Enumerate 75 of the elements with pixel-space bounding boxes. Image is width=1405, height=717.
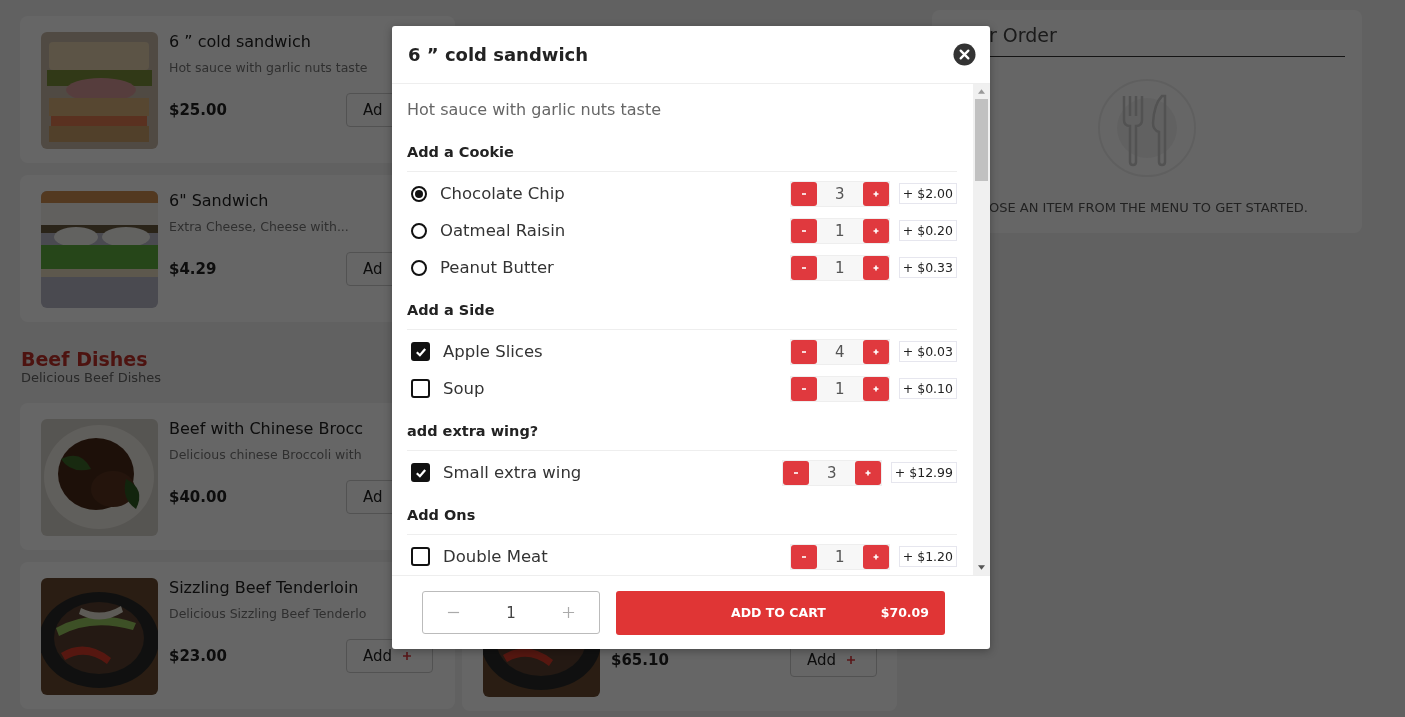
increase-button[interactable] — [862, 339, 889, 364]
add-button[interactable]: Ad — [346, 252, 393, 286]
option-price: + $0.33 — [898, 257, 957, 278]
quantity-value: 1 — [834, 547, 846, 566]
decrease-button[interactable] — [790, 376, 817, 401]
option-price: + $0.10 — [898, 378, 957, 399]
plus-icon[interactable] — [562, 606, 575, 619]
quantity-value: 1 — [506, 603, 516, 622]
dish-price: $25.00 — [169, 101, 228, 119]
checkbox[interactable] — [411, 342, 430, 361]
quantity-value: 1 — [834, 221, 846, 240]
radio-button[interactable] — [411, 222, 427, 239]
quantity-stepper[interactable]: 1 — [422, 591, 600, 634]
add-button[interactable]: Ad — [346, 480, 393, 514]
option-price: + $0.03 — [898, 341, 957, 362]
plus-icon — [402, 651, 413, 661]
add-button[interactable]: Ad — [346, 93, 393, 127]
plus-icon — [846, 655, 857, 665]
scrollbar[interactable] — [973, 84, 990, 575]
group-title: Add a Cookie — [407, 144, 515, 160]
close-icon[interactable] — [953, 43, 976, 66]
quantity-value: 3 — [826, 463, 838, 482]
decrease-button[interactable] — [790, 181, 817, 206]
decrease-button[interactable] — [790, 544, 817, 569]
option-price: + $1.20 — [898, 546, 957, 567]
option-label: Apple Slices — [443, 342, 544, 361]
dish-name: 6" Sandwich — [169, 191, 270, 210]
decrease-button[interactable] — [790, 339, 817, 364]
increase-button[interactable] — [862, 255, 889, 280]
add-to-cart-button[interactable]: ADD TO CART $70.09 — [616, 590, 945, 635]
section-subtitle: Delicious Beef Dishes — [21, 370, 162, 385]
quantity-value: 1 — [834, 258, 846, 277]
dish-price: $65.10 — [611, 651, 670, 669]
group-title: Add Ons — [407, 507, 477, 523]
increase-button[interactable] — [854, 460, 881, 485]
dish-name: 6 ” cold sandwich — [169, 32, 312, 51]
decrease-button[interactable] — [790, 218, 817, 243]
scroll-down-icon[interactable] — [978, 565, 985, 570]
checkbox[interactable] — [411, 379, 430, 398]
scroll-up-icon[interactable] — [978, 89, 985, 94]
quantity-value: 3 — [834, 184, 846, 203]
option-label: Small extra wing — [443, 463, 583, 482]
option-price: + $12.99 — [890, 462, 957, 483]
increase-button[interactable] — [862, 181, 889, 206]
increase-button[interactable] — [862, 544, 889, 569]
dialog-title: 6 ” cold sandwich — [408, 44, 589, 65]
option-label: Oatmeal Raisin — [440, 221, 567, 240]
decrease-button[interactable] — [782, 460, 809, 485]
option-label: Chocolate Chip — [440, 184, 566, 203]
option-price: + $0.20 — [898, 220, 957, 241]
increase-button[interactable] — [862, 218, 889, 243]
increase-button[interactable] — [862, 376, 889, 401]
decrease-button[interactable] — [790, 255, 817, 280]
dish-name: Sizzling Beef Tenderloin — [169, 578, 360, 597]
section-title: Beef Dishes — [21, 348, 148, 370]
option-label: Soup — [443, 379, 486, 398]
dish-name: Beef with Chinese Brocc — [169, 419, 364, 438]
group-title: add extra wing? — [407, 423, 540, 439]
radio-button[interactable] — [411, 185, 427, 202]
empty-order-message: OSE AN ITEM FROM THE MENU TO GET STARTED. — [989, 200, 1308, 215]
checkbox[interactable] — [411, 463, 430, 482]
checkbox[interactable] — [411, 547, 430, 566]
group-title: Add a Side — [407, 302, 496, 318]
option-label: Peanut Butter — [440, 258, 555, 277]
quantity-value: 1 — [834, 379, 846, 398]
item-description: Hot sauce with garlic nuts taste — [407, 100, 663, 119]
cart-total: $70.09 — [880, 605, 929, 620]
option-price: + $2.00 — [898, 183, 957, 204]
dish-price: $23.00 — [169, 647, 228, 665]
option-label: Double Meat — [443, 547, 549, 566]
scrollbar-thumb[interactable] — [975, 99, 988, 181]
dish-price: $4.29 — [169, 260, 218, 278]
quantity-value: 4 — [834, 342, 846, 361]
dish-price: $40.00 — [169, 488, 228, 506]
radio-button[interactable] — [411, 259, 427, 276]
